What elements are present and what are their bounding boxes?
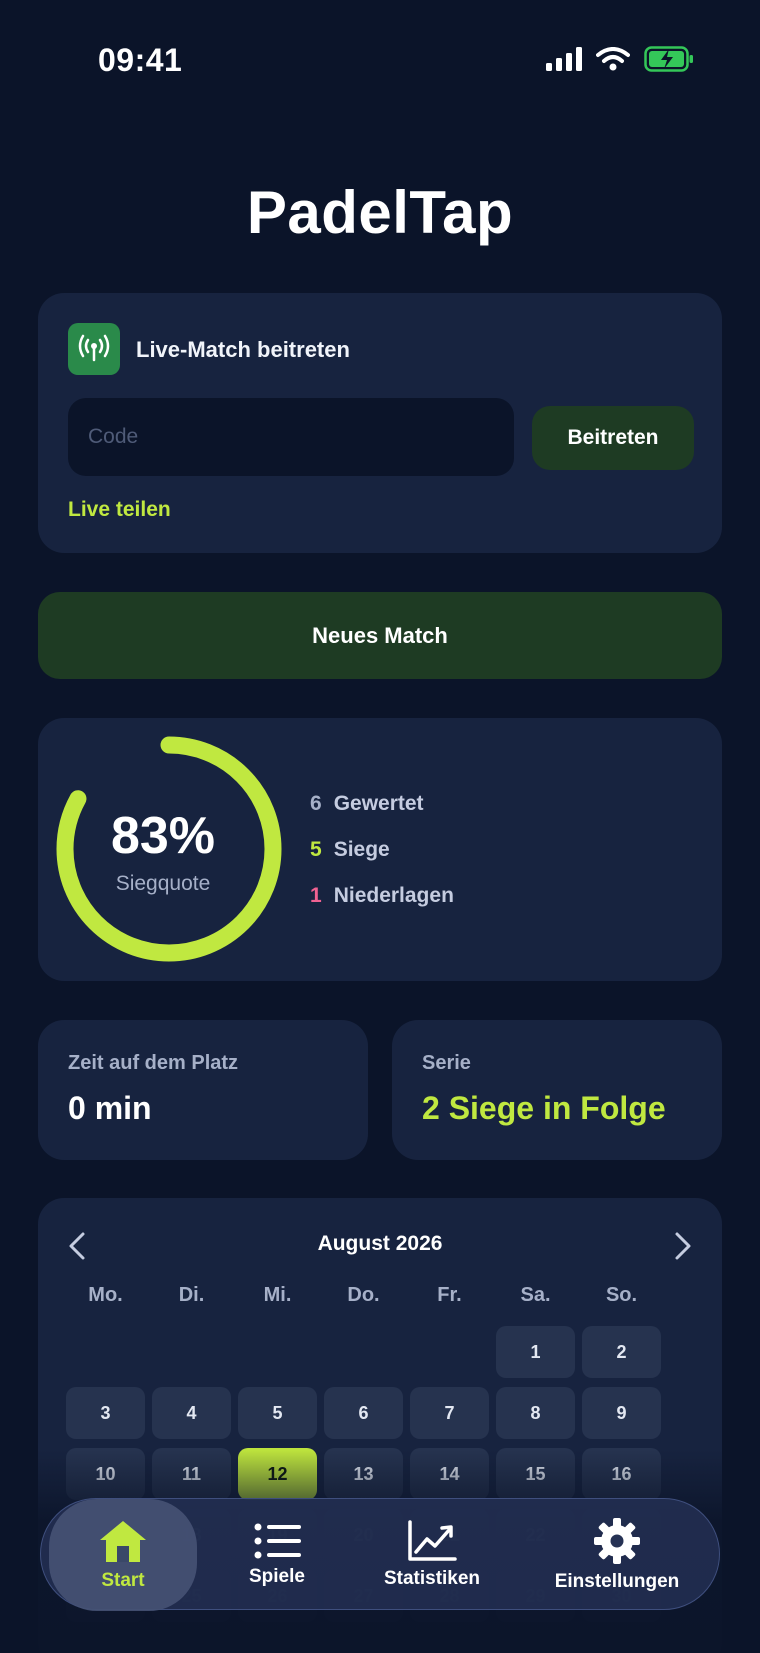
calendar-day[interactable]: 4	[152, 1387, 231, 1439]
house-icon	[100, 1521, 146, 1562]
time-on-court-value: 0 min	[68, 1090, 152, 1126]
calendar-day[interactable]: 1	[496, 1326, 575, 1378]
battery-charging-icon	[644, 46, 693, 72]
tab-settings[interactable]: Einstellungen	[527, 1499, 707, 1611]
status-time: 09:41	[98, 42, 183, 78]
status-bar: 09:41	[0, 0, 760, 120]
time-on-court-label: Zeit auf dem Platz	[68, 1052, 239, 1074]
join-button[interactable]: Beitreten	[532, 406, 694, 470]
weekday-header: Di.	[178, 1284, 205, 1306]
calendar-day[interactable]: 7	[410, 1387, 489, 1439]
live-match-card: Live-Match beitreten Beitreten Live teil…	[38, 293, 722, 553]
tab-start-label: Start	[101, 1570, 145, 1591]
streak-card: Serie 2 Siege in Folge	[392, 1020, 722, 1160]
wins-label: Siege	[333, 838, 390, 861]
calendar-day[interactable]: 9	[582, 1387, 661, 1439]
rated-stat: 6 Gewertet	[310, 792, 424, 816]
win-rate-card: 83% Siegquote 6 Gewertet 5 Siege 1 Niederla…	[38, 718, 722, 981]
chevron-right-icon	[675, 1232, 691, 1260]
weekday-header: Mi.	[263, 1284, 292, 1306]
wins-stat: 5 Siege	[310, 838, 390, 862]
losses-label: Niederlagen	[333, 884, 454, 907]
next-month-button[interactable]	[668, 1226, 698, 1266]
tab-games[interactable]: Spiele	[217, 1499, 337, 1611]
tab-games-label: Spiele	[249, 1566, 305, 1587]
streak-value: 2 Siege in Folge	[422, 1090, 666, 1126]
calendar-day[interactable]: 2	[582, 1326, 661, 1378]
calendar-month: August 2026	[317, 1232, 443, 1255]
antenna-signal-icon	[68, 323, 120, 375]
gear-icon	[594, 1518, 640, 1564]
weekday-header: Fr.	[437, 1284, 462, 1306]
wins-count: 5	[310, 838, 322, 861]
weekday-header: Do.	[347, 1284, 380, 1306]
wifi-icon	[596, 47, 630, 71]
win-rate-value: 83%	[110, 807, 216, 865]
rated-count: 6	[310, 792, 322, 815]
new-match-button[interactable]: Neues Match	[38, 592, 722, 679]
weekday-header: So.	[605, 1284, 638, 1306]
tab-start[interactable]: Start	[49, 1499, 197, 1611]
status-icons	[546, 46, 694, 72]
calendar-day[interactable]: 3	[66, 1387, 145, 1439]
match-code-input[interactable]	[68, 398, 514, 476]
streak-label: Serie	[422, 1052, 471, 1074]
losses-stat: 1 Niederlagen	[310, 884, 454, 908]
chart-trend-icon	[408, 1520, 457, 1561]
calendar-day[interactable]: 5	[238, 1387, 317, 1439]
app-title: PadelTap	[246, 179, 514, 246]
losses-count: 1	[310, 884, 322, 907]
tab-statistics[interactable]: Statistiken	[357, 1499, 507, 1611]
list-icon	[254, 1523, 301, 1559]
calendar-day[interactable]: 6	[324, 1387, 403, 1439]
rated-label: Gewertet	[333, 792, 424, 815]
tab-bar: Start Spiele Statistiken Einstellungen	[40, 1498, 720, 1611]
win-rate-label: Siegquote	[115, 872, 211, 895]
tab-settings-label: Einstellungen	[554, 1571, 680, 1592]
live-match-title: Live-Match beitreten	[136, 337, 350, 362]
tab-statistics-label: Statistiken	[383, 1568, 481, 1589]
cellular-signal-icon	[546, 47, 582, 71]
calendar-day[interactable]: 8	[496, 1387, 575, 1439]
weekday-header: Sa.	[520, 1284, 551, 1306]
share-live-link[interactable]: Live teilen	[68, 498, 171, 522]
time-on-court-card: Zeit auf dem Platz 0 min	[38, 1020, 368, 1160]
weekday-header: Mo.	[88, 1284, 123, 1306]
